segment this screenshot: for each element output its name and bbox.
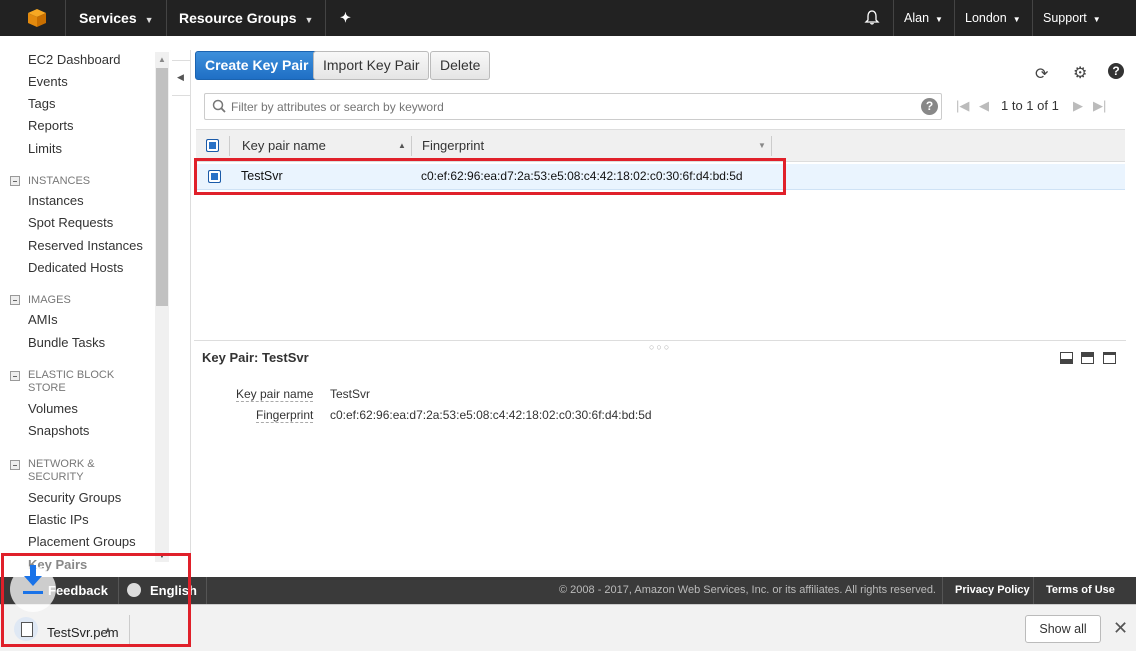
highlight-box-row — [194, 158, 786, 195]
aws-logo[interactable] — [0, 0, 66, 36]
chevron-down-icon: ▼ — [304, 15, 314, 25]
pane-medium-icon[interactable] — [1081, 352, 1094, 364]
collapse-sidebar-toggle[interactable]: ◀ — [172, 60, 191, 96]
support-menu[interactable]: Support ▼ — [1032, 0, 1111, 36]
last-page-icon[interactable]: ▶| — [1093, 98, 1106, 114]
collapse-ebs-icon[interactable] — [10, 371, 20, 381]
bell-icon — [864, 10, 880, 25]
collapse-images-icon[interactable] — [10, 295, 20, 305]
privacy-policy-link[interactable]: Privacy Policy — [942, 577, 1042, 604]
detail-value-key-pair-name: TestSvr — [330, 387, 371, 401]
sidebar-item-placement-groups[interactable]: Placement Groups — [28, 534, 136, 549]
help-icon[interactable]: ? — [1108, 63, 1124, 79]
next-page-icon[interactable]: ▶ — [1073, 98, 1083, 114]
footer-divider — [206, 577, 207, 604]
pin-icon[interactable]: ✦ — [328, 0, 363, 36]
search-help-icon[interactable]: ? — [921, 98, 938, 115]
detail-pane-divider[interactable] — [194, 340, 1126, 341]
collapse-network-icon[interactable] — [10, 460, 20, 470]
resource-groups-menu[interactable]: Resource Groups ▼ — [167, 0, 327, 36]
section-images: IMAGES — [28, 294, 71, 306]
collapse-instances-icon[interactable] — [10, 176, 20, 186]
section-instances: INSTANCES — [28, 175, 91, 187]
sidebar-item-amis[interactable]: AMIs — [28, 312, 58, 327]
delete-button[interactable]: Delete — [430, 51, 491, 80]
highlight-box-download — [1, 553, 191, 647]
sidebar-item-spot-requests[interactable]: Spot Requests — [28, 215, 113, 230]
show-all-button[interactable]: Show all — [1025, 615, 1101, 643]
detail-value-fingerprint: c0:ef:62:96:ea:d7:2a:53:e5:08:c4:42:18:0… — [330, 408, 652, 422]
page-count: 1 to 1 of 1 — [1001, 98, 1059, 113]
column-separator — [411, 136, 412, 156]
sidebar-item-events[interactable]: Events — [28, 74, 68, 89]
sidebar-item-reports[interactable]: Reports — [28, 118, 74, 133]
region-label: London — [965, 11, 1007, 25]
refresh-icon[interactable]: ⟳ — [1035, 64, 1048, 84]
filter-search-box[interactable]: ? — [204, 93, 942, 120]
select-all-checkbox[interactable] — [206, 139, 219, 152]
scroll-up-icon[interactable]: ▲ — [158, 55, 166, 64]
sidebar: EC2 Dashboard Events Tags Reports Limits… — [0, 36, 172, 577]
section-network-security: NETWORK & SECURITY — [28, 458, 95, 483]
close-icon[interactable]: ✕ — [1113, 619, 1128, 637]
user-menu[interactable]: Alan ▼ — [893, 0, 953, 36]
aws-cube-icon — [28, 9, 46, 27]
sidebar-item-snapshots[interactable]: Snapshots — [28, 423, 89, 438]
section-elastic-block-store: ELASTIC BLOCK STORE — [28, 369, 115, 394]
chevron-down-icon: ▼ — [1012, 15, 1021, 24]
import-key-pair-button[interactable]: Import Key Pair — [313, 51, 430, 80]
resource-groups-label: Resource Groups — [179, 10, 297, 26]
services-menu[interactable]: Services ▼ — [67, 0, 167, 36]
services-label: Services — [79, 10, 137, 26]
chevron-down-icon: ▼ — [144, 15, 154, 25]
notifications-bell[interactable] — [854, 0, 890, 36]
sidebar-item-instances[interactable]: Instances — [28, 193, 84, 208]
search-icon — [212, 99, 226, 113]
sidebar-item-bundle-tasks[interactable]: Bundle Tasks — [28, 335, 105, 350]
prev-page-icon[interactable]: ◀ — [979, 98, 989, 114]
sidebar-item-security-groups[interactable]: Security Groups — [28, 490, 121, 505]
top-navigation-bar: Services ▼ Resource Groups ▼ ✦ Alan ▼ Londo… — [0, 0, 1136, 36]
sidebar-item-tags[interactable]: Tags — [28, 96, 55, 111]
first-page-icon[interactable]: |◀ — [956, 98, 969, 114]
user-name: Alan — [904, 11, 930, 25]
detail-label-fingerprint: Fingerprint — [256, 408, 314, 423]
pane-large-icon[interactable] — [1103, 352, 1116, 364]
column-separator — [229, 136, 230, 156]
panel-divider — [190, 50, 191, 577]
detail-label-key-pair-name: Key pair name — [236, 387, 314, 402]
region-menu[interactable]: London ▼ — [954, 0, 1031, 36]
pane-small-icon[interactable] — [1060, 352, 1073, 364]
sidebar-item-volumes[interactable]: Volumes — [28, 401, 78, 416]
detail-title: Key Pair: TestSvr — [202, 350, 309, 365]
terms-of-use-link[interactable]: Terms of Use — [1033, 577, 1127, 604]
chevron-down-icon: ▼ — [935, 15, 943, 24]
search-input[interactable] — [231, 97, 911, 116]
create-key-pair-button[interactable]: Create Key Pair — [195, 51, 319, 80]
gear-icon[interactable]: ⚙ — [1073, 63, 1087, 83]
sidebar-item-reserved-instances[interactable]: Reserved Instances — [28, 238, 143, 253]
support-label: Support — [1043, 11, 1087, 25]
scrollbar-thumb[interactable] — [156, 68, 168, 306]
chevron-down-icon: ▼ — [1092, 15, 1101, 24]
column-separator — [771, 136, 772, 156]
sidebar-scrollbar[interactable]: ▲ ▼ — [155, 52, 169, 562]
sidebar-item-dedicated-hosts[interactable]: Dedicated Hosts — [28, 260, 123, 275]
sidebar-item-elastic-ips[interactable]: Elastic IPs — [28, 512, 89, 527]
sidebar-item-ec2-dashboard[interactable]: EC2 Dashboard — [28, 52, 121, 67]
resize-grip-icon[interactable]: ○○○ — [649, 342, 671, 352]
sidebar-item-limits[interactable]: Limits — [28, 141, 62, 156]
copyright-text: © 2008 - 2017, Amazon Web Services, Inc.… — [559, 584, 936, 596]
chevron-left-icon: ◀ — [177, 72, 184, 82]
